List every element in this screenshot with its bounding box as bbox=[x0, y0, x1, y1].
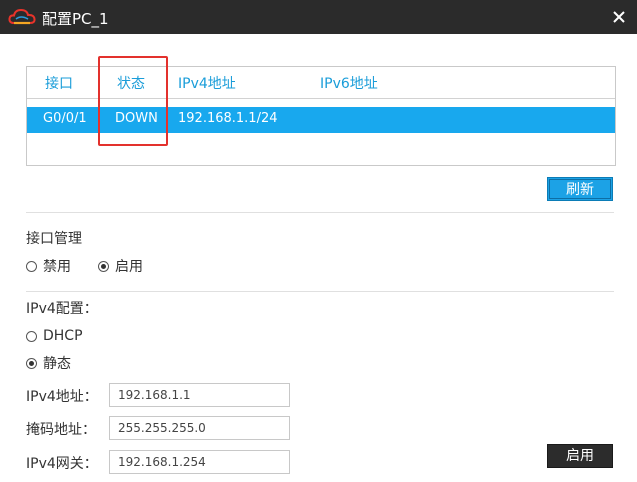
radio-dhcp-circle[interactable] bbox=[26, 330, 37, 342]
window-title: 配置PC_1 bbox=[42, 10, 109, 28]
radio-disable[interactable]: 禁用 bbox=[26, 256, 71, 276]
interface-table: 接口 状态 IPv4地址 IPv6地址 G0/0/1 DOWN 192.168.… bbox=[26, 66, 616, 166]
table-header: 接口 状态 IPv4地址 IPv6地址 bbox=[27, 67, 615, 99]
refresh-button[interactable]: 刷新 bbox=[547, 177, 613, 201]
cell-ipv4: 192.168.1.1/24 bbox=[178, 111, 278, 126]
radio-disable-circle[interactable] bbox=[26, 260, 37, 272]
radio-enable[interactable]: 启用 bbox=[98, 256, 143, 276]
ipv4-config-label: IPv4配置： bbox=[26, 301, 98, 317]
radio-static-circle[interactable] bbox=[26, 357, 37, 369]
cell-interface: G0/0/1 bbox=[43, 111, 87, 126]
mask-address-input[interactable]: 255.255.255.0 bbox=[109, 416, 290, 440]
ipv4-address-input[interactable]: 192.168.1.1 bbox=[109, 383, 290, 407]
divider bbox=[26, 212, 614, 213]
radio-dhcp-label: DHCP bbox=[43, 328, 83, 344]
column-header-status: 状态 bbox=[117, 76, 145, 92]
interface-management-label: 接口管理 bbox=[26, 231, 82, 247]
table-row[interactable]: G0/0/1 DOWN 192.168.1.1/24 bbox=[27, 107, 615, 133]
close-icon[interactable] bbox=[609, 7, 629, 27]
ipv4-gateway-label: IPv4网关： bbox=[26, 456, 98, 472]
radio-static-label: 静态 bbox=[43, 356, 71, 372]
mask-address-label: 掩码地址： bbox=[26, 422, 96, 438]
radio-dhcp[interactable]: DHCP bbox=[26, 328, 83, 344]
radio-disable-label: 禁用 bbox=[43, 259, 71, 275]
column-header-interface: 接口 bbox=[45, 76, 73, 92]
divider bbox=[26, 291, 614, 292]
cell-status: DOWN bbox=[115, 111, 158, 126]
ipv4-address-label: IPv4地址： bbox=[26, 389, 98, 405]
column-header-ipv4: IPv4地址 bbox=[178, 76, 236, 92]
radio-static[interactable]: 静态 bbox=[26, 353, 71, 373]
enable-button[interactable]: 启用 bbox=[547, 444, 613, 468]
title-bar: 配置PC_1 bbox=[0, 0, 637, 34]
column-header-ipv6: IPv6地址 bbox=[320, 76, 378, 92]
cloud-logo-icon bbox=[8, 8, 36, 25]
radio-enable-circle[interactable] bbox=[98, 260, 109, 272]
ipv4-gateway-input[interactable]: 192.168.1.254 bbox=[109, 450, 290, 474]
radio-enable-label: 启用 bbox=[115, 259, 143, 275]
